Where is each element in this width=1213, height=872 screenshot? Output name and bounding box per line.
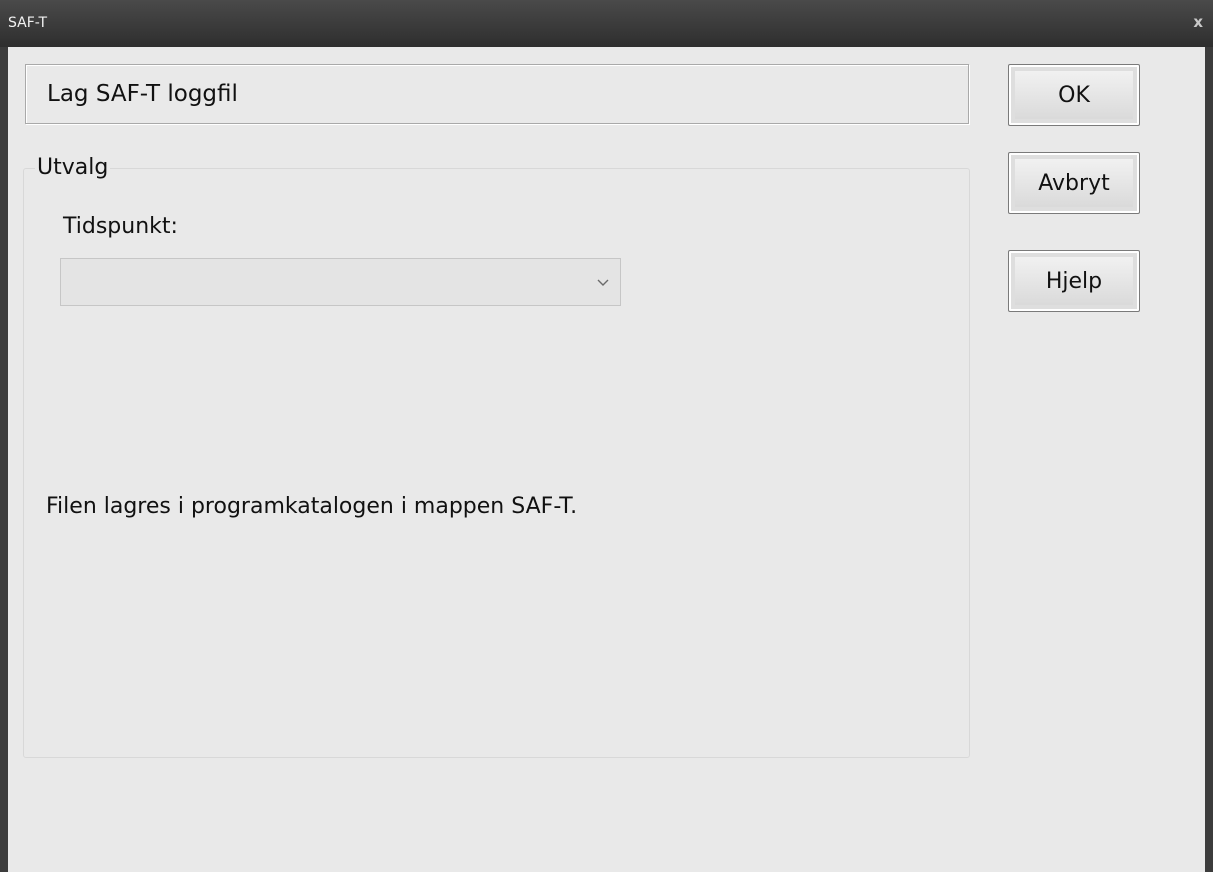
- help-button[interactable]: Hjelp: [1008, 250, 1140, 312]
- window-title: SAF-T: [8, 15, 48, 31]
- time-field-label: Tidspunkt:: [63, 214, 178, 239]
- info-text: Filen lagres i programkatalogen i mappen…: [46, 494, 578, 519]
- time-dropdown[interactable]: [60, 258, 621, 306]
- ok-button[interactable]: OK: [1008, 64, 1140, 126]
- groupbox-label: Utvalg: [35, 155, 111, 180]
- header-panel: Lag SAF-T loggfil: [25, 64, 969, 124]
- cancel-button[interactable]: Avbryt: [1008, 152, 1140, 214]
- selection-groupbox: [23, 168, 970, 758]
- title-bar[interactable]: SAF-T x: [0, 0, 1213, 47]
- close-icon[interactable]: x: [1193, 13, 1203, 31]
- chevron-down-icon[interactable]: [596, 269, 610, 297]
- header-title: Lag SAF-T loggfil: [47, 81, 238, 107]
